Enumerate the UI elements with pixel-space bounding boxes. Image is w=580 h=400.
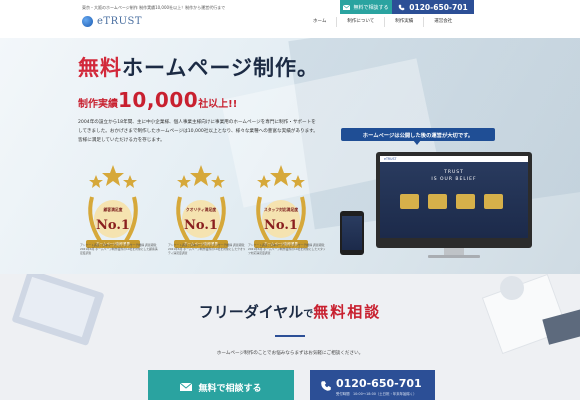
- nav-item-works[interactable]: 制作実績: [384, 17, 423, 27]
- contact-tel-number: 0120-650-701: [336, 377, 422, 390]
- hero-sub-number: 10,000: [118, 88, 199, 112]
- header-tagline: 東京・大阪のホームページ制作 制作実績10,000社以上！制作から運営代行まで: [82, 5, 226, 10]
- award-note: アンケート調査：日本マーケティングリサーチ機構 調査期間：2021年6月 ホーム…: [168, 243, 247, 255]
- award-rank: No.1: [96, 218, 130, 233]
- award-rank: No.1: [264, 218, 298, 233]
- phone-icon: [398, 4, 405, 10]
- monitor-stand-base: [428, 255, 480, 258]
- screen-header-bar: eTRUST: [380, 156, 528, 162]
- phone-mockup: [340, 211, 364, 255]
- screen-subtitle: IS OUR BELIEF: [431, 177, 477, 182]
- contact-mail-button[interactable]: 無料で相談する: [148, 370, 294, 400]
- logo-text: eTRUST: [97, 16, 143, 27]
- circle-decoration: [500, 276, 524, 300]
- monitor-mockup: eTRUST TRUST IS OUR BELIEF: [376, 152, 532, 248]
- site-header: 東京・大阪のホームページ制作 制作実績10,000社以上！制作から運営代行まで …: [0, 0, 580, 38]
- award-note: アンケート調査：日本マーケティングリサーチ機構 調査期間：2021年6月 ホーム…: [248, 243, 327, 255]
- contact-tel-hours: 受付時間 10:00〜18:00（土日祝・年末年始除く）: [336, 392, 417, 396]
- award-label: クオリティ満足度: [185, 207, 217, 212]
- contact-title-red: 無料相談: [313, 303, 382, 321]
- screen-card: [400, 194, 419, 209]
- main-nav: ホーム 制作について 制作実績 運営会社: [303, 17, 462, 27]
- hero-subtitle: 制作実績10,000社以上!!: [78, 88, 237, 112]
- site-logo[interactable]: eTRUST: [82, 16, 142, 27]
- nav-item-home[interactable]: ホーム: [303, 17, 336, 27]
- logo-mark-icon: [82, 16, 93, 27]
- hero-title-rest: ホームページ制作。: [122, 56, 319, 80]
- screen-cards: [400, 194, 503, 209]
- nav-item-about[interactable]: 制作について: [336, 17, 384, 27]
- award-note: アンケート調査：日本マーケティングリサーチ機構 調査期間：2021年6月 ホーム…: [80, 243, 159, 255]
- monitor-screen: eTRUST TRUST IS OUR BELIEF: [380, 156, 528, 238]
- screen-card: [428, 194, 447, 209]
- hero-sub-prefix: 制作実績: [78, 99, 118, 110]
- award-label: スタッフ対応満足度: [263, 207, 299, 212]
- contact-title-small: で: [303, 309, 314, 320]
- header-tel-button[interactable]: 0120-650-701: [392, 0, 474, 14]
- award-label: 顧客満足度: [103, 207, 123, 212]
- screen-card: [456, 194, 475, 209]
- contact-mail-label: 無料で相談する: [198, 383, 262, 394]
- contact-description: ホームページ制作のことでお悩みならまずはお気軽にご相談ください。: [216, 351, 364, 356]
- award-rank: No.1: [184, 218, 218, 233]
- mail-icon: [343, 4, 351, 10]
- header-mail-button[interactable]: 無料で相談する: [340, 0, 392, 14]
- header-tel-number: 0120-650-701: [409, 2, 468, 12]
- hero-description: 2004年の設立から18年間、主に中小企業様、個人事業主様向けに事業用のホームペ…: [78, 120, 318, 143]
- speech-bubble-tail: [413, 140, 421, 145]
- hero-title-accent: 無料: [78, 56, 122, 80]
- contact-title-main: フリーダイヤル: [198, 303, 304, 321]
- contact-tel-button[interactable]: 0120-650-701 受付時間 10:00〜18:00（土日祝・年末年始除く…: [310, 370, 435, 400]
- phone-screen: [342, 216, 362, 250]
- header-mail-label: 無料で相談する: [353, 4, 389, 11]
- hero-section: 無料ホームページ制作。 制作実績10,000社以上!! 2004年の設立から18…: [0, 38, 580, 274]
- screen-logo: eTRUST: [384, 157, 397, 161]
- hero-title: 無料ホームページ制作。: [78, 52, 319, 82]
- contact-section: フリーダイヤルで無料相談 ホームページ制作のことでお悩みならまずはお気軽にご相談…: [0, 274, 580, 400]
- title-underline: [275, 335, 305, 337]
- contact-title: フリーダイヤルで無料相談: [0, 301, 580, 322]
- mail-icon: [180, 383, 193, 391]
- screen-card: [484, 194, 503, 209]
- nav-item-company[interactable]: 運営会社: [423, 17, 462, 27]
- hero-sub-suffix: 社以上!!: [198, 99, 238, 110]
- screen-title: TRUST: [444, 170, 464, 175]
- phone-icon: [321, 381, 331, 391]
